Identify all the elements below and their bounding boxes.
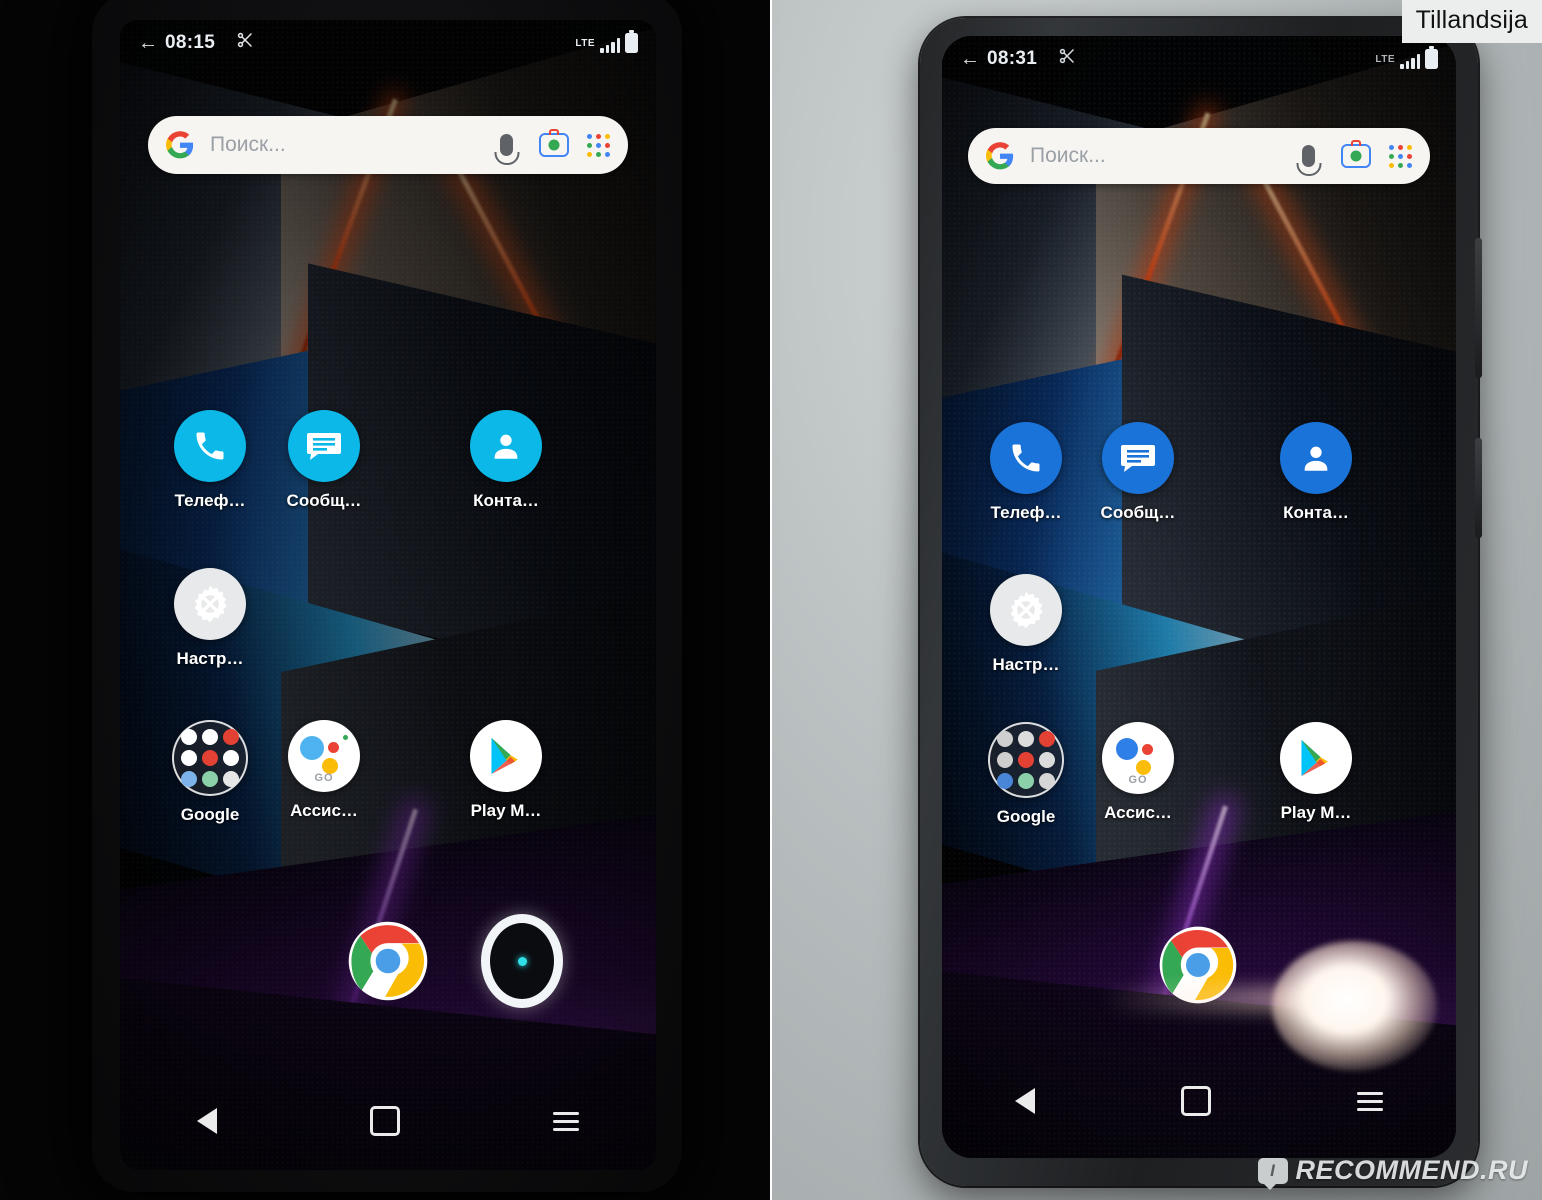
google-folder-icon [988, 722, 1064, 798]
play-store-icon [1280, 722, 1352, 794]
comparison-photo: ← 08:15 LTE Поиск... Телеф… Сообщ… Конта… [0, 0, 1542, 1200]
network-type-label: LTE [1375, 54, 1395, 65]
chrome-icon [347, 920, 429, 1002]
status-bar: ← 08:31 LTE [942, 36, 1456, 82]
dock-chrome[interactable] [1142, 924, 1254, 1006]
assistant-go-badge: GO [1128, 774, 1148, 786]
search-input-placeholder[interactable]: Поиск... [1030, 144, 1288, 168]
google-g-icon [986, 142, 1014, 170]
google-lens-camera-icon[interactable] [1341, 140, 1371, 168]
app-phone[interactable]: Телеф… [970, 422, 1082, 523]
watermark: I RECOMMEND.RU [1257, 1155, 1529, 1190]
app-label: Ассис… [1104, 803, 1172, 822]
app-label: Сообщ… [1100, 503, 1176, 522]
contacts-icon [1280, 422, 1352, 494]
nav-recents-icon[interactable] [1357, 1091, 1383, 1111]
app-assistant-go[interactable]: GO Ассис… [1082, 722, 1194, 823]
app-phone[interactable]: Телеф… [154, 410, 266, 511]
play-store-icon [470, 720, 542, 792]
app-label: Телеф… [174, 491, 246, 510]
phone-icon [174, 410, 246, 482]
nav-recents-icon[interactable] [553, 1111, 580, 1131]
dock-camera[interactable] [466, 914, 578, 1008]
app-label: Google [180, 805, 240, 824]
app-google-folder[interactable]: Google [154, 720, 266, 825]
assistant-go-badge: GO [314, 772, 334, 784]
app-messages[interactable]: Сообщ… [268, 410, 380, 511]
watermark-text: RECOMMEND.RU [1295, 1155, 1528, 1185]
app-label: Телеф… [990, 503, 1062, 522]
app-grid-icon[interactable] [1389, 144, 1412, 168]
left-phone-photo: ← 08:15 LTE Поиск... Телеф… Сообщ… Конта… [0, 0, 770, 1200]
contacts-icon [470, 410, 542, 482]
app-messages[interactable]: Сообщ… [1082, 422, 1194, 523]
app-contacts[interactable]: Конта… [1260, 422, 1372, 523]
app-label: Play M… [1280, 803, 1352, 822]
google-assistant-go-icon: GO [1102, 722, 1174, 794]
app-label: Настр… [176, 649, 244, 668]
app-label: Google [996, 807, 1056, 826]
app-settings[interactable]: Настр… [154, 568, 266, 669]
corner-tag: Tillandsija [1401, 0, 1542, 43]
google-lens-camera-icon[interactable] [539, 129, 569, 157]
app-label: Настр… [992, 655, 1060, 674]
app-grid-icon[interactable] [587, 133, 610, 157]
nav-back-icon[interactable] [1015, 1088, 1035, 1114]
volume-button[interactable] [1475, 238, 1482, 378]
google-g-icon [166, 131, 194, 159]
app-google-folder[interactable]: Google [970, 722, 1082, 827]
app-label: Конта… [473, 491, 539, 510]
left-phone-screen: ← 08:15 LTE Поиск... Телеф… Сообщ… Конта… [120, 20, 656, 1170]
scissors-icon [234, 31, 256, 55]
signal-bars-icon [1400, 53, 1420, 69]
app-play-store[interactable]: Play M… [450, 720, 562, 821]
status-time: 08:15 [165, 32, 216, 53]
signal-bars-icon [600, 37, 620, 53]
status-bar: ← 08:15 LTE [120, 20, 656, 66]
scissors-icon [1056, 47, 1078, 71]
app-label: Ассис… [290, 801, 358, 820]
app-play-store[interactable]: Play M… [1260, 722, 1372, 823]
navigation-bar [120, 1086, 656, 1156]
dock-chrome[interactable] [332, 920, 444, 1002]
panel-divider [770, 0, 772, 1200]
google-folder-icon [172, 720, 248, 796]
nav-back-icon[interactable] [196, 1108, 217, 1134]
nav-home-icon[interactable] [369, 1106, 400, 1136]
google-assistant-go-icon: GO [288, 720, 360, 792]
nav-home-icon[interactable] [1181, 1086, 1211, 1116]
search-input-placeholder[interactable]: Поиск... [210, 133, 486, 157]
messages-icon [1102, 422, 1174, 494]
microphone-icon[interactable] [1302, 145, 1315, 167]
settings-gear-icon [174, 568, 246, 640]
camera-icon [481, 914, 563, 1008]
settings-gear-icon [990, 574, 1062, 646]
app-label: Сообщ… [286, 491, 362, 510]
power-button[interactable] [1475, 438, 1482, 538]
battery-icon [625, 30, 638, 53]
status-back-arrow-icon: ← [138, 32, 158, 54]
right-phone-photo: ← 08:31 LTE Поиск... Телеф… Сообщ… Конта… [772, 0, 1542, 1200]
status-back-arrow-icon: ← [960, 48, 980, 70]
navigation-bar [942, 1066, 1456, 1136]
watermark-badge-icon: I [1257, 1157, 1288, 1190]
battery-icon [1425, 46, 1438, 69]
right-phone-screen: ← 08:31 LTE Поиск... Телеф… Сообщ… Конта… [942, 36, 1456, 1158]
network-type-label: LTE [575, 38, 595, 49]
app-label: Конта… [1283, 503, 1349, 522]
status-time: 08:31 [987, 48, 1038, 69]
app-settings[interactable]: Настр… [970, 574, 1082, 675]
microphone-icon[interactable] [500, 134, 513, 156]
app-contacts[interactable]: Конта… [450, 410, 562, 511]
phone-icon [990, 422, 1062, 494]
messages-icon [288, 410, 360, 482]
google-search-bar[interactable]: Поиск... [148, 116, 628, 174]
app-label: Play M… [470, 801, 542, 820]
app-assistant-go[interactable]: GO Ассис… [268, 720, 380, 821]
google-search-bar[interactable]: Поиск... [968, 128, 1430, 184]
chrome-icon [1157, 924, 1239, 1006]
